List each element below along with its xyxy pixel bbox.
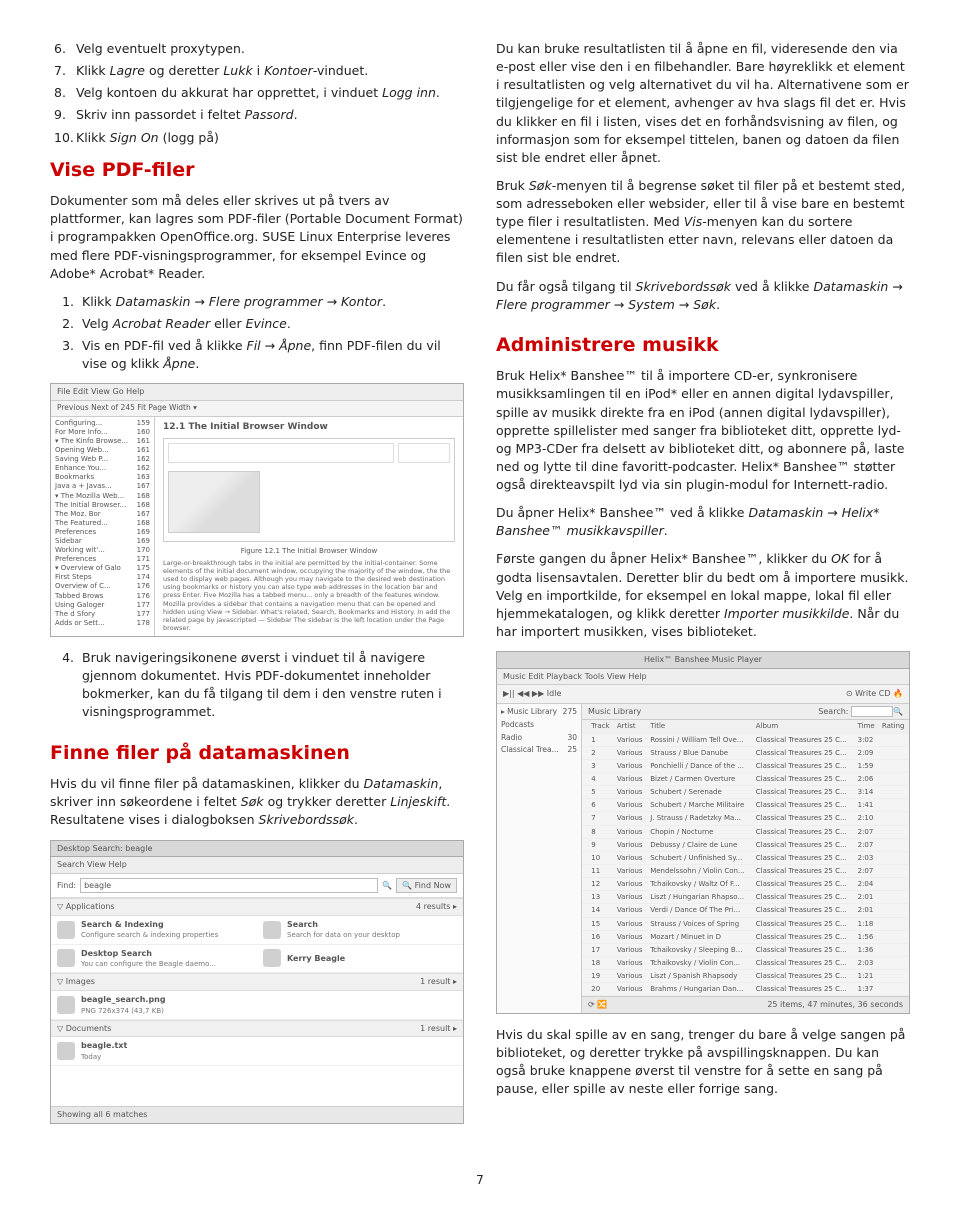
figure-caption: Figure 12.1 The Initial Browser Window [163, 546, 455, 556]
status-bar: Showing all 6 matches [51, 1106, 463, 1123]
figure-pdf-viewer: File Edit View Go Help Previous Next of … [50, 383, 464, 637]
search-label: Search: [818, 707, 848, 716]
docs-count: 1 result ▸ [420, 1023, 457, 1035]
list-item: Velg kontoen du akkurat har opprettet, i… [50, 84, 464, 102]
text: Klikk Datamaskin → Flere programmer → Ko… [82, 294, 386, 309]
banshee-menubar[interactable]: Music Edit Playback Tools View Help [497, 669, 909, 686]
text: Skriv inn passordet i feltet Passord. [76, 107, 298, 122]
text: Velg eventuelt proxytypen. [76, 41, 245, 56]
playback-controls[interactable]: ▶|| ◀◀ ▶▶ Idle [503, 688, 561, 700]
pdf-toolbar[interactable]: Previous Next of 245 Fit Page Width ▾ [51, 401, 463, 417]
images-results: beagle_search.pngPNG 726x374 (43,7 KB) [51, 991, 463, 1020]
paragraph: Bruk Søk-menyen til å begrense søket til… [496, 177, 910, 268]
paragraph: Hvis du vil finne filer på datamaskinen,… [50, 775, 464, 829]
window-title: Helix™ Banshee Music Player [497, 652, 909, 669]
right-column: Du kan bruke resultatlisten til å åpne e… [496, 40, 910, 1136]
list-item: Velg eventuelt proxytypen. [50, 40, 464, 58]
left-column: Velg eventuelt proxytypen. Klikk Lagre o… [50, 40, 464, 1136]
text: Klikk Sign On (logg på) [76, 130, 219, 145]
apps-results: Search & IndexingConfigure search & inde… [51, 916, 463, 973]
list-item: Klikk Sign On (logg på) [50, 129, 464, 147]
heading-vise-pdf: Vise PDF-filer [50, 157, 464, 185]
pdf-section-title: 12.1 The Initial Browser Window [163, 421, 455, 434]
paragraph: Første gangen du åpner Helix* Banshee™, … [496, 550, 910, 641]
penguin-icon [168, 471, 260, 533]
banshee-search-input[interactable] [851, 706, 893, 717]
text: Bruk navigeringsikonene øverst i vinduet… [82, 650, 442, 719]
paragraph: Bruk Helix* Banshee™ til å importere CD-… [496, 367, 910, 494]
paragraph: Du kan bruke resultatlisten til å åpne e… [496, 40, 910, 167]
text: Hvis du vil finne filer på datamaskinen,… [50, 776, 450, 827]
pdf-sidebar[interactable]: Configuring...159For More Info...160▾ Th… [51, 417, 155, 636]
paragraph: Hvis du skal spille av en sang, trenger … [496, 1026, 910, 1099]
library-status: 25 items, 47 minutes, 36 seconds [767, 999, 903, 1011]
find-now-button[interactable]: 🔍 Find Now [396, 878, 457, 894]
numbered-list-proxy: Velg eventuelt proxytypen. Klikk Lagre o… [50, 40, 464, 147]
paragraph: Dokumenter som må deles eller skrives ut… [50, 192, 464, 283]
docs-results: beagle.txtToday [51, 1037, 463, 1066]
repeat-shuffle-icons[interactable]: ⟳ 🔀 [588, 999, 607, 1011]
text: Vis en PDF-fil ved å klikke Fil → Åpne, … [82, 338, 441, 371]
find-label: Find: [57, 880, 76, 892]
window-title: Desktop Search: beagle [51, 841, 463, 858]
search-icon: 🔍 [382, 880, 392, 892]
list-item: Klikk Datamaskin → Flere programmer → Ko… [78, 293, 464, 311]
list-item: Velg Acrobat Reader eller Evince. [78, 315, 464, 333]
text: Du åpner Helix* Banshee™ ved å klikke Da… [496, 505, 879, 538]
numbered-list-pdf: Klikk Datamaskin → Flere programmer → Ko… [50, 293, 464, 374]
list-item: Vis en PDF-fil ved å klikke Fil → Åpne, … [78, 337, 464, 373]
heading-admin-musikk: Administrere musikk [496, 332, 910, 360]
banshee-sidebar[interactable]: ▸ Music Library275 Podcasts Radio30 Clas… [497, 704, 582, 1013]
list-item: Klikk Lagre og deretter Lukk i Kontoer-v… [50, 62, 464, 80]
text: Første gangen du åpner Helix* Banshee™, … [496, 551, 908, 639]
figure-desktop-search: Desktop Search: beagle Search View Help … [50, 840, 464, 1124]
apps-count: 4 results ▸ [416, 901, 457, 913]
list-item: Skriv inn passordet i feltet Passord. [50, 106, 464, 124]
numbered-list-pdf-cont: Bruk navigeringsikonene øverst i vinduet… [50, 649, 464, 722]
track-table[interactable]: TrackArtistTitleAlbumTimeRating 1Various… [582, 720, 909, 996]
heading-finne-filer: Finne filer på datamaskinen [50, 740, 464, 768]
images-count: 1 result ▸ [420, 976, 457, 988]
paragraph: Du får også tilgang til Skrivebordssøk v… [496, 278, 910, 314]
paragraph: Du åpner Helix* Banshee™ ved å klikke Da… [496, 504, 910, 540]
pdf-body-text: Large-or-breakthrough tabs in the initia… [163, 559, 455, 632]
category-apps[interactable]: Applications [66, 902, 115, 911]
category-images[interactable]: Images [66, 977, 95, 986]
text: Klikk Lagre og deretter Lukk i Kontoer-v… [76, 63, 368, 78]
page-number: 7 [50, 1172, 910, 1189]
figure-banshee: Helix™ Banshee Music Player Music Edit P… [496, 651, 910, 1014]
text: Velg Acrobat Reader eller Evince. [82, 316, 291, 331]
pdf-content: 12.1 The Initial Browser Window Figure 1… [155, 417, 463, 636]
search-menubar[interactable]: Search View Help [51, 857, 463, 874]
search-input[interactable]: beagle [80, 878, 378, 894]
write-cd-button[interactable]: ⊙ Write CD 🔥 [846, 688, 903, 700]
text: Du får også tilgang til Skrivebordssøk v… [496, 279, 903, 312]
text: Bruk Søk-menyen til å begrense søket til… [496, 178, 905, 266]
list-item: Bruk navigeringsikonene øverst i vinduet… [78, 649, 464, 722]
category-docs[interactable]: Documents [66, 1024, 112, 1033]
text: Velg kontoen du akkurat har opprettet, i… [76, 85, 440, 100]
pdf-menubar[interactable]: File Edit View Go Help [51, 384, 463, 401]
tab-music-library[interactable]: Music Library [588, 706, 641, 718]
